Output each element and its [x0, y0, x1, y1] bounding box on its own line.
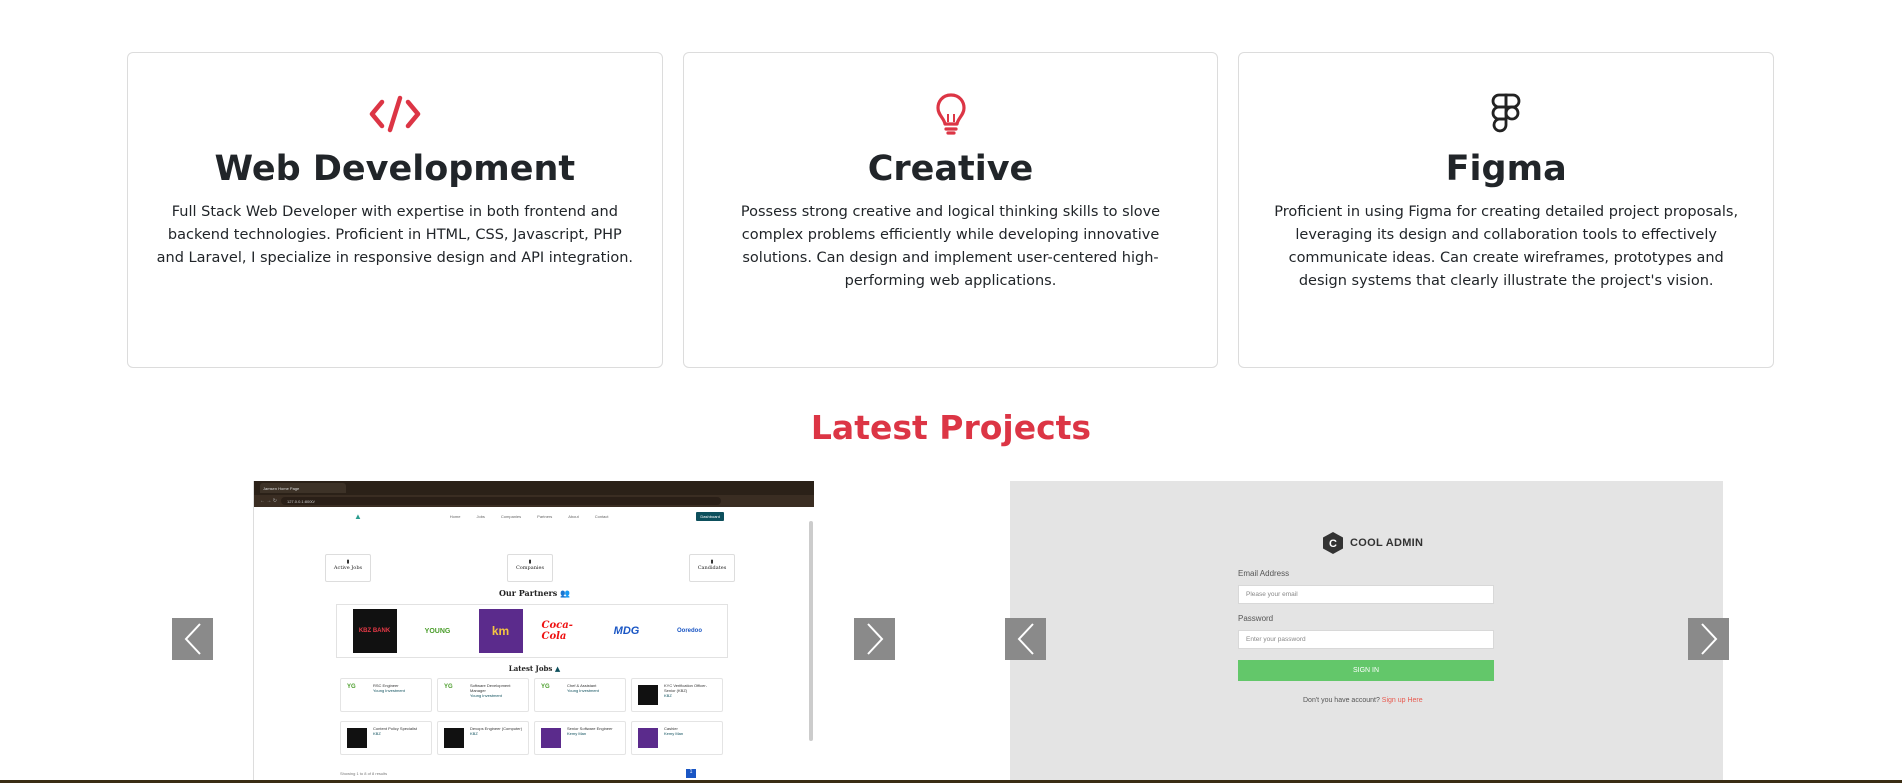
site-nav-item: Home [449, 513, 461, 519]
latest-projects-heading: Latest Projects [810, 408, 1092, 447]
job-card: KYC Verification Officer- Senior (KBZ) KB… [631, 678, 723, 712]
job-card: Devops Engineer (Computer) KBZ [437, 721, 529, 755]
email-label: Email Address [1238, 569, 1290, 578]
scrollbar [809, 521, 813, 741]
skill-title: Figma [1445, 149, 1567, 189]
job-card: YG Software Development Manager Young Inve… [437, 678, 529, 712]
company-logo [638, 728, 658, 748]
skill-title: Web Development [214, 149, 576, 189]
stat-companies: ▮ Companies [507, 554, 553, 582]
company-logo [541, 728, 561, 748]
site-logo-icon: ▲ [354, 511, 362, 521]
browser-tab: Jamsen Home Page [260, 483, 346, 493]
skills-section: Web Development Full Stack Web Developer… [127, 52, 1775, 368]
skill-card-web-development: Web Development Full Stack Web Developer… [127, 52, 663, 368]
project-2-screenshot[interactable]: C COOL ADMIN Email Address Please your e… [1010, 481, 1723, 783]
latest-jobs-heading: Latest Jobs ▲ [508, 664, 561, 673]
site-nav-item: About [568, 513, 579, 519]
svg-text:C: C [1329, 538, 1337, 550]
site-nav-item: Contact [594, 513, 609, 519]
stat-active-jobs: ▮ Active Jobs [325, 554, 371, 582]
site-nav-item: Partners [537, 513, 553, 519]
company-logo: YG [541, 684, 550, 690]
figma-icon [1267, 89, 1745, 139]
company-logo [444, 728, 464, 748]
browser-url: 127.0.0.1:8000/ [280, 497, 721, 505]
pagination-summary: Showing 1 to 8 of 8 results [340, 771, 388, 776]
job-card: Cashier Kemy Man [631, 721, 723, 755]
users-icon: 👥 [560, 588, 571, 598]
graduation-icon: ▲ [554, 664, 561, 673]
partner-logo: MDG [613, 625, 640, 637]
chevron-left-icon [184, 623, 201, 655]
skill-card-figma: Figma Proficient in using Figma for crea… [1238, 52, 1775, 368]
site-nav-item: Companies [500, 513, 522, 519]
partner-logo: km [478, 609, 523, 653]
job-card: YG Chef & Assistant Young Investment [534, 678, 626, 712]
partner-logo: YOUNG [424, 627, 451, 635]
email-field: Please your email [1238, 585, 1494, 604]
skill-description: Possess strong creative and logical thin… [740, 204, 1161, 289]
password-field: Enter your password [1238, 630, 1494, 649]
partner-logo: Ooredoo [677, 628, 702, 634]
browser-address-bar: ← → ↻ 127.0.0.1:8000/ [254, 495, 814, 507]
job-card: YG RSC Engineer Young Investment [340, 678, 432, 712]
hexagon-logo-icon: C [1323, 532, 1343, 554]
company-logo: YG [347, 684, 356, 690]
company-logo [347, 728, 367, 748]
partner-logo: KBZ BANK [352, 609, 397, 653]
chevron-left-icon [1017, 623, 1034, 655]
cool-admin-logo: C COOL ADMIN [1322, 531, 1423, 555]
site-nav-item: Jobs [476, 513, 485, 519]
skill-description: Full Stack Web Developer with expertise … [156, 204, 634, 266]
partners-strip: KBZ BANK YOUNG km Coca-Cola MDG Ooredoo [336, 604, 728, 658]
company-logo: YG [444, 684, 453, 690]
browser-tab-bar: Jamsen Home Page [254, 481, 814, 495]
password-label: Password [1238, 614, 1274, 623]
signup-link: Sign up Here [1381, 697, 1423, 704]
project-2-prev-button[interactable] [1005, 618, 1046, 660]
project-2-next-button[interactable] [1688, 618, 1729, 660]
stat-candidates: ▮ Candidates [689, 554, 735, 582]
browser-nav-icons: ← → ↻ [260, 498, 277, 504]
project-1-prev-button[interactable] [172, 618, 213, 660]
job-card: Senior Software Engineer Kemy Man [534, 721, 626, 755]
skill-title: Creative [867, 149, 1034, 189]
skill-description: Proficient in using Figma for creating d… [1274, 204, 1739, 289]
partner-logo: Coca-Cola [541, 620, 573, 642]
sign-in-button: SIGN IN [1238, 660, 1494, 681]
partners-heading: Our Partners 👥 [498, 588, 571, 598]
skill-card-creative: Creative Possess strong creative and log… [682, 52, 1219, 368]
site-cta-button: Dashboard [696, 511, 724, 521]
company-logo [638, 685, 658, 705]
job-card: Content Policy Specialist KBZ [340, 721, 432, 755]
site-navbar: ▲ Home Jobs Companies Partners About Con… [254, 507, 814, 525]
pagination-page: 1 [686, 769, 696, 778]
chevron-right-icon [866, 623, 883, 655]
chevron-right-icon [1700, 623, 1717, 655]
signup-prompt: Don't you have account? Sign up Here [1303, 697, 1423, 704]
project-1-next-button[interactable] [854, 618, 895, 660]
code-icon [156, 89, 634, 139]
project-1-screenshot[interactable]: Jamsen Home Page ← → ↻ 127.0.0.1:8000/ ▲… [253, 481, 814, 783]
lightbulb-icon [712, 89, 1190, 139]
